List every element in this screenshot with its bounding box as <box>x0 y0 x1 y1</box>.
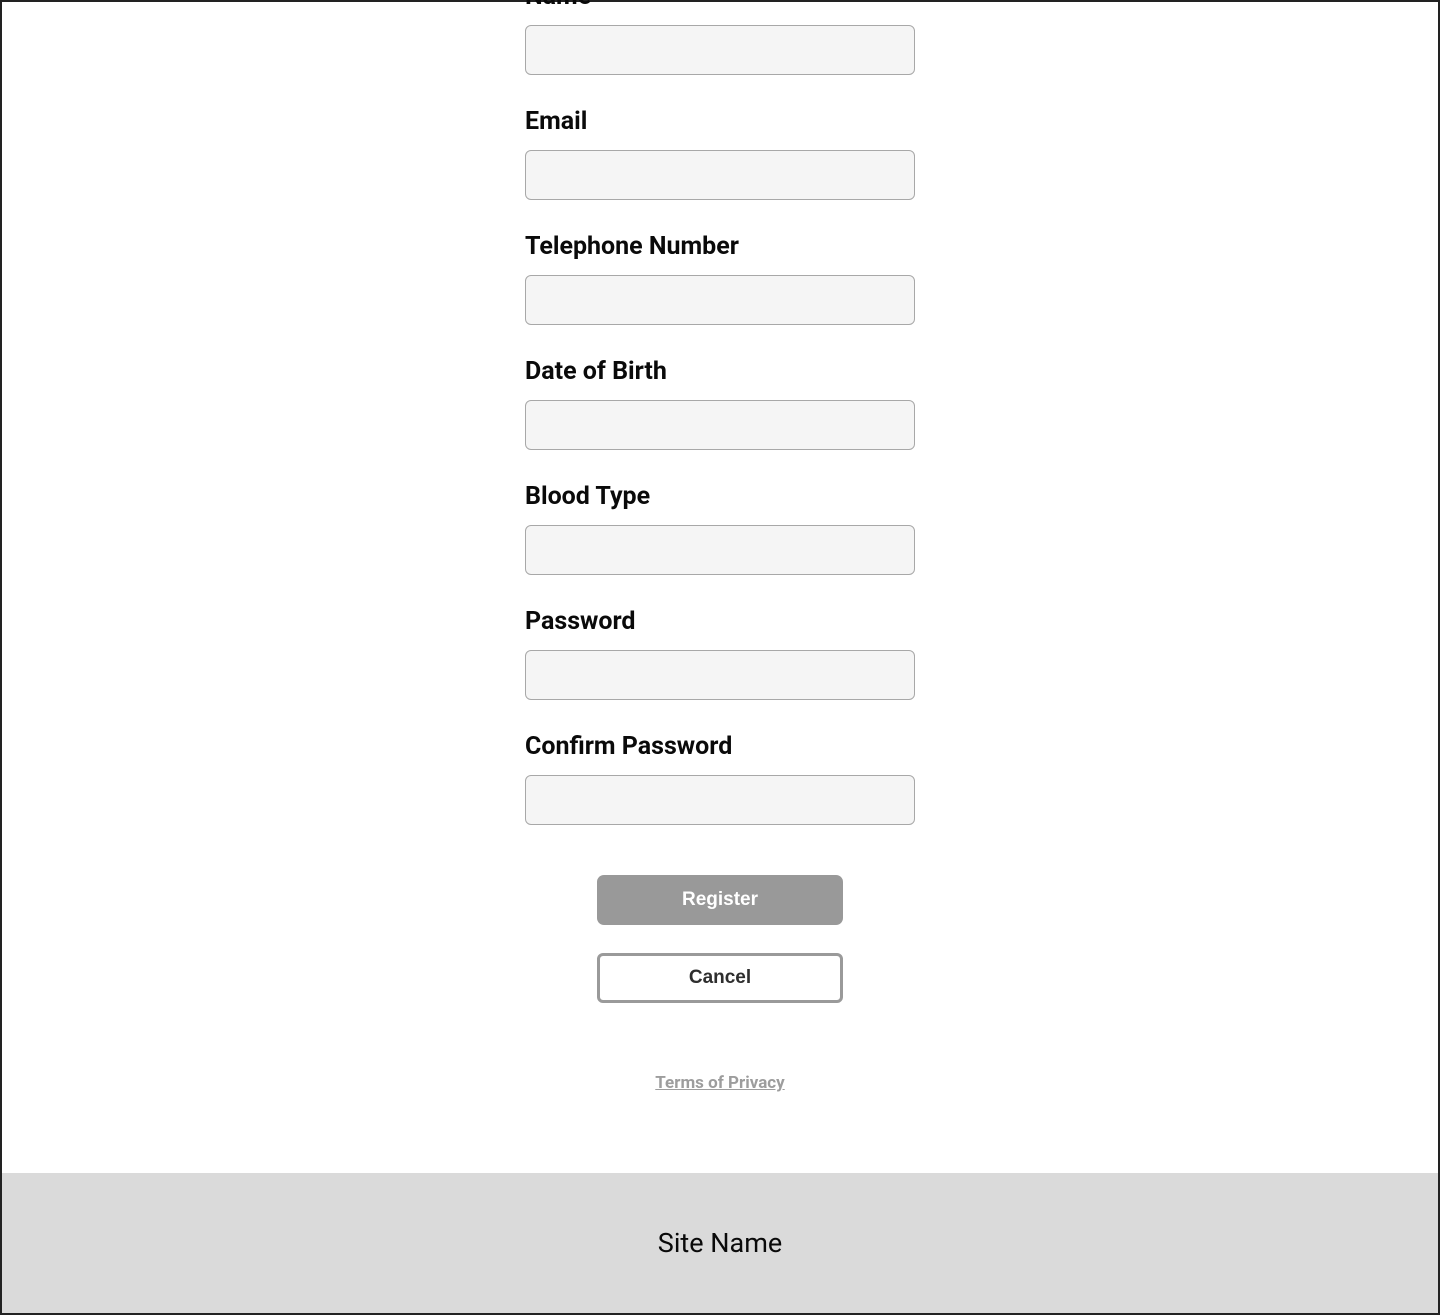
registration-form: Name Email Telephone Number Date of Birt… <box>525 0 915 1093</box>
page-frame: Name Email Telephone Number Date of Birt… <box>0 0 1440 1315</box>
confirm-password-input[interactable] <box>525 775 915 825</box>
cancel-button[interactable]: Cancel <box>597 953 843 1003</box>
field-group-telephone: Telephone Number <box>525 232 915 325</box>
field-group-dob: Date of Birth <box>525 357 915 450</box>
field-group-confirm-password: Confirm Password <box>525 732 915 825</box>
name-label: Name <box>525 0 915 11</box>
form-buttons: Register Cancel <box>525 875 915 1003</box>
footer-site-name: Site Name <box>658 1227 782 1259</box>
main-content: Name Email Telephone Number Date of Birt… <box>2 2 1438 1173</box>
field-group-password: Password <box>525 607 915 700</box>
password-label: Password <box>525 607 915 636</box>
password-input[interactable] <box>525 650 915 700</box>
email-input[interactable] <box>525 150 915 200</box>
dob-label: Date of Birth <box>525 357 915 386</box>
blood-type-input[interactable] <box>525 525 915 575</box>
dob-input[interactable] <box>525 400 915 450</box>
email-label: Email <box>525 107 915 136</box>
telephone-label: Telephone Number <box>525 232 915 261</box>
field-group-name: Name <box>525 0 915 75</box>
name-input[interactable] <box>525 25 915 75</box>
footer: Site Name <box>2 1173 1438 1313</box>
field-group-email: Email <box>525 107 915 200</box>
field-group-blood-type: Blood Type <box>525 482 915 575</box>
confirm-password-label: Confirm Password <box>525 732 915 761</box>
telephone-input[interactable] <box>525 275 915 325</box>
terms-of-privacy-link[interactable]: Terms of Privacy <box>655 1073 784 1093</box>
register-button[interactable]: Register <box>597 875 843 925</box>
blood-type-label: Blood Type <box>525 482 915 511</box>
